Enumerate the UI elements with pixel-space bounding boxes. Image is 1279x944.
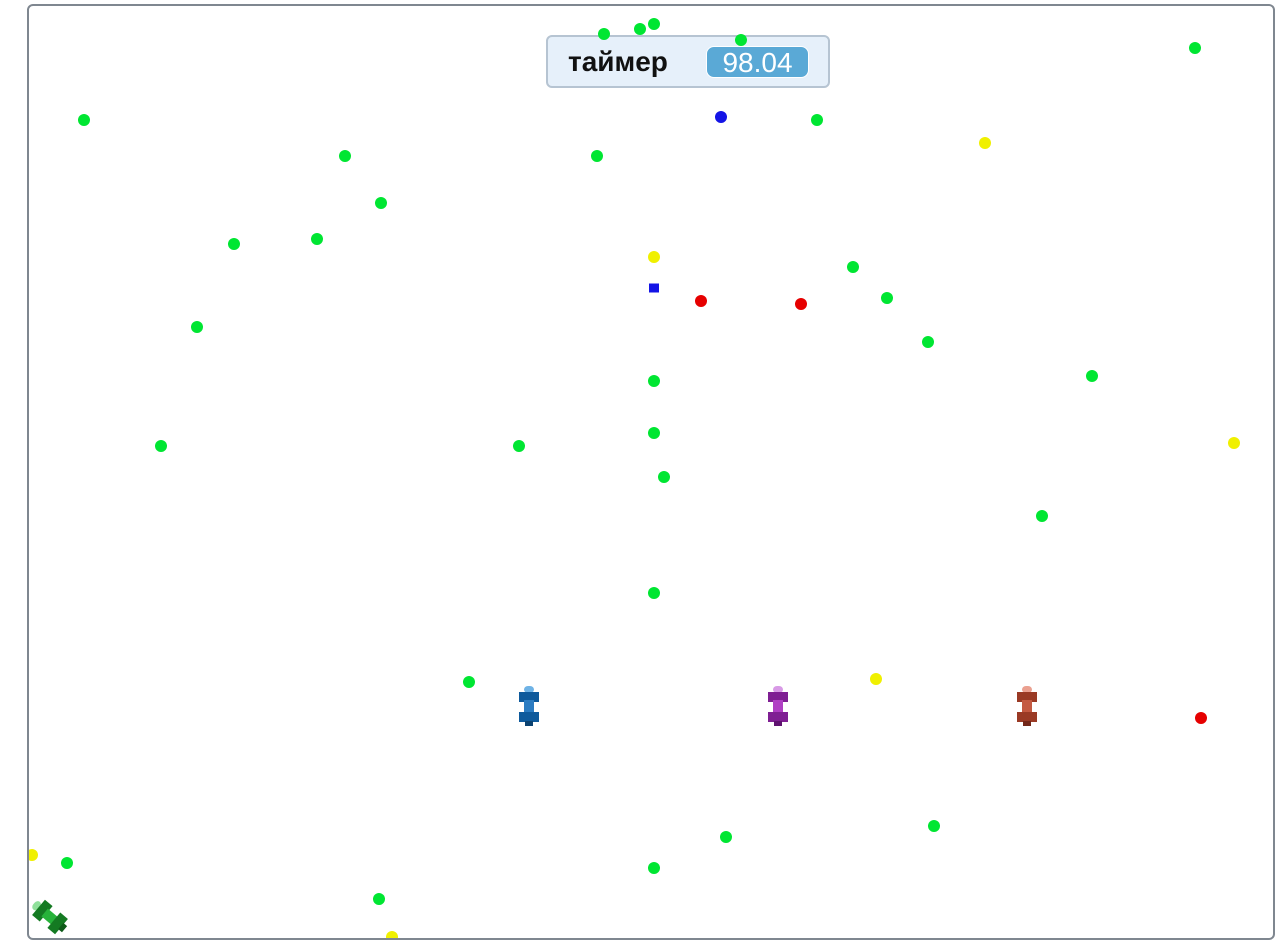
green-dot [591, 150, 603, 162]
green-dot [735, 34, 747, 46]
yellow-dot [29, 849, 38, 861]
green-dot [1086, 370, 1098, 382]
yellow-dot [386, 931, 398, 938]
green-dot [61, 857, 73, 869]
green-car[interactable] [28, 897, 72, 937]
timer-label: таймер [568, 46, 668, 77]
green-dot [228, 238, 240, 250]
green-dot [648, 18, 660, 30]
green-dot [648, 587, 660, 599]
green-dot [311, 233, 323, 245]
red-dot [695, 295, 707, 307]
green-dot [598, 28, 610, 40]
green-dot [78, 114, 90, 126]
green-dot [658, 471, 670, 483]
blue-square [649, 283, 659, 293]
green-dot [373, 893, 385, 905]
red-dot [1195, 712, 1207, 724]
timer-value: 98.04 [706, 46, 809, 78]
blue-car[interactable] [517, 686, 541, 728]
green-dot [648, 427, 660, 439]
green-dot [375, 197, 387, 209]
green-dot [811, 114, 823, 126]
green-dot [634, 23, 646, 35]
yellow-dot [1228, 437, 1240, 449]
green-dot [339, 150, 351, 162]
green-dot [513, 440, 525, 452]
green-dot [720, 831, 732, 843]
red-car[interactable] [1015, 686, 1039, 728]
timer-monitor: таймер 98.04 [546, 35, 830, 88]
green-dot [648, 375, 660, 387]
green-dot [463, 676, 475, 688]
green-dot [928, 820, 940, 832]
green-dot [847, 261, 859, 273]
green-dot [155, 440, 167, 452]
yellow-dot [648, 251, 660, 263]
yellow-dot [870, 673, 882, 685]
green-dot [881, 292, 893, 304]
green-dot [922, 336, 934, 348]
green-dot [1036, 510, 1048, 522]
green-dot [648, 862, 660, 874]
game-stage[interactable]: таймер 98.04 [27, 4, 1275, 940]
green-dot [1189, 42, 1201, 54]
purple-car[interactable] [766, 686, 790, 728]
red-dot [795, 298, 807, 310]
green-dot [191, 321, 203, 333]
blue-dot [715, 111, 727, 123]
yellow-dot [979, 137, 991, 149]
